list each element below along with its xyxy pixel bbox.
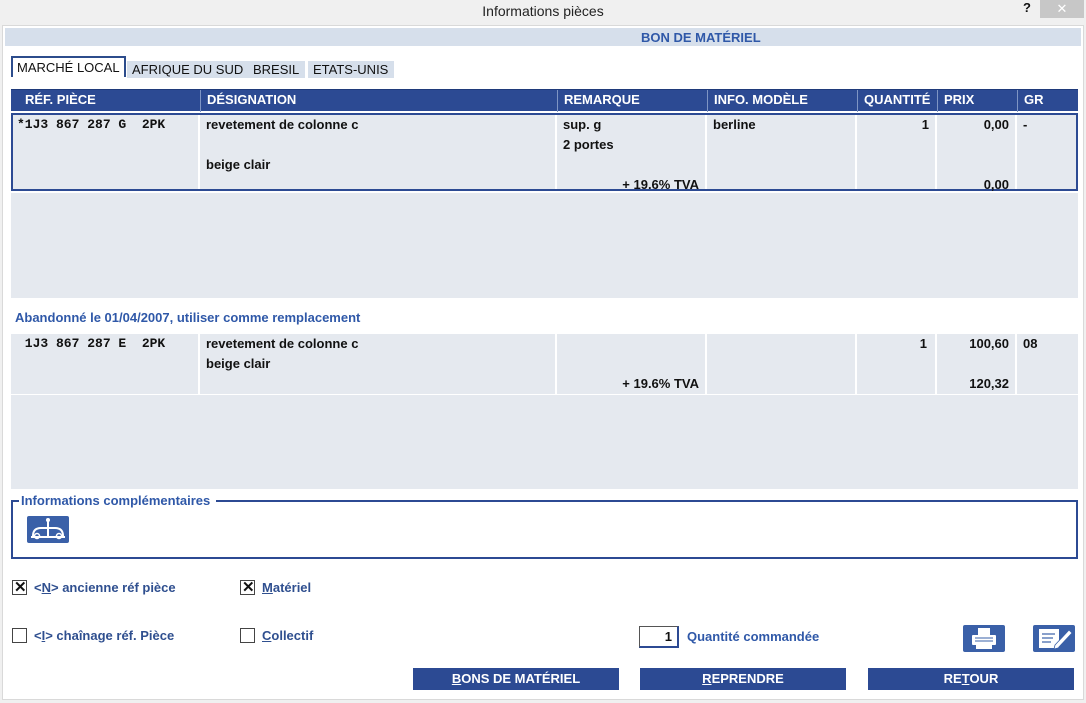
part-group: -	[1023, 117, 1028, 132]
old-ref-check-mark: ✕	[14, 579, 27, 596]
printer-icon	[972, 628, 996, 649]
part-quantity: 1	[921, 117, 929, 132]
replacement-color: beige clair	[206, 356, 271, 371]
table-row-selected[interactable]: *1J3 867 287 G 2PK revetement de colonne…	[11, 113, 1078, 192]
cell-price: 0,00 0,00	[937, 115, 1017, 192]
take-over-button[interactable]: REPRENDRE	[640, 668, 846, 690]
diagram-button[interactable]	[27, 516, 69, 543]
groupbox-edge	[216, 500, 1078, 502]
part-model: berline	[713, 117, 756, 132]
replacement-tax: + 19.6% TVA	[622, 376, 699, 391]
cell-quantity: 1	[857, 334, 937, 394]
window-title: Informations pièces	[482, 3, 604, 19]
collective-label: Collectif	[262, 628, 314, 643]
material-check-mark: ✕	[242, 579, 255, 596]
part-tax: + 19.6% TVA	[622, 177, 699, 192]
material-checkbox-box[interactable]: ✕	[240, 579, 255, 596]
print-button[interactable]	[963, 625, 1005, 652]
replacement-designation: revetement de colonne c	[206, 336, 359, 351]
order-quantity-label: Quantité commandée	[687, 629, 820, 644]
tab-etats-unis[interactable]: ETATS-UNIS	[308, 61, 395, 78]
part-color: beige clair	[206, 157, 271, 172]
part-remark-doors: 2 portes	[563, 137, 614, 152]
chain-ref-checkbox-box[interactable]	[12, 628, 27, 643]
help-button[interactable]: ?	[1020, 0, 1034, 15]
chain-ref-label: <I> chaînage réf. Pièce	[34, 628, 175, 643]
column-quantite: QUANTITÉ	[857, 90, 937, 112]
part-ref: *1J3 867 287 G 2PK	[17, 117, 166, 132]
table-header: RÉF. PIÈCE DÉSIGNATION REMARQUE INFO. MO…	[11, 89, 1078, 112]
replacement-group: 08	[1023, 336, 1038, 351]
banner-title: BON DE MATÉRIEL	[641, 30, 761, 45]
part-price: 0,00	[983, 117, 1009, 132]
column-prix: PRIX	[937, 90, 1017, 112]
table-row-replacement[interactable]: 1J3 867 287 E 2PK revetement de colonne …	[11, 334, 1078, 394]
old-ref-label: <N> ancienne réf pièce	[34, 580, 176, 595]
order-quantity-input[interactable]: 1	[639, 626, 679, 648]
diagram-icon	[31, 518, 65, 540]
tab-bresil[interactable]: BRESIL	[248, 61, 306, 78]
column-remarque: REMARQUE	[557, 90, 707, 112]
cell-ref: *1J3 867 287 G 2PK	[13, 115, 200, 189]
replacement-price-tax: 120,32	[969, 376, 1009, 391]
replacement-ref: 1J3 867 287 E 2PK	[17, 336, 166, 351]
replacement-quantity: 1	[919, 336, 927, 351]
tab-marche-local[interactable]: MARCHÉ LOCAL	[11, 56, 126, 77]
material-vouchers-button[interactable]: BONS DE MATÉRIEL	[413, 668, 619, 690]
replacement-empty-area	[11, 395, 1078, 489]
close-button[interactable]: ✕	[1040, 0, 1084, 18]
part-remark: sup. g	[563, 117, 602, 132]
old-ref-checkbox-box[interactable]: ✕	[12, 579, 27, 596]
parts-list-empty-area	[11, 193, 1078, 298]
return-button[interactable]: RETOUR	[868, 668, 1074, 690]
info-groupbox	[11, 500, 1078, 559]
title-bar: Informations pièces ? ✕	[0, 0, 1086, 24]
cell-group: 08	[1017, 334, 1078, 394]
dialog-body: BON DE MATÉRIEL MARCHÉ LOCAL AFRIQUE DU …	[2, 25, 1084, 700]
column-info-modele: INFO. MODÈLE	[707, 90, 857, 112]
column-designation: DÉSIGNATION	[200, 90, 557, 112]
edit-document-icon	[1039, 629, 1073, 650]
cell-quantity: 1	[857, 115, 937, 189]
cell-remark: sup. g 2 portes + 19.6% TVA	[557, 115, 707, 192]
column-ref-piece: RÉF. PIÈCE	[25, 92, 96, 107]
cell-price: 100,60 120,32	[937, 334, 1017, 394]
cell-ref: 1J3 867 287 E 2PK	[11, 334, 200, 394]
cell-model	[707, 334, 857, 394]
part-price-tax: 0,00	[983, 177, 1009, 192]
part-designation: revetement de colonne c	[206, 117, 359, 132]
column-gr: GR	[1017, 90, 1078, 112]
cell-remark: + 19.6% TVA	[557, 334, 707, 394]
banner: BON DE MATÉRIEL	[5, 28, 1081, 46]
tab-afrique-du-sud[interactable]: AFRIQUE DU SUD	[127, 61, 250, 78]
replacement-price: 100,60	[969, 336, 1009, 351]
cell-model: berline	[707, 115, 857, 189]
cell-designation: revetement de colonne c beige clair	[200, 334, 557, 394]
info-title: Informations complémentaires	[19, 493, 213, 508]
cell-group: -	[1017, 115, 1076, 189]
collective-checkbox-box[interactable]	[240, 628, 255, 643]
abandon-note: Abandonné le 01/04/2007, utiliser comme …	[15, 310, 361, 325]
material-label: Matériel	[262, 580, 312, 595]
edit-notes-button[interactable]	[1033, 625, 1075, 652]
cell-designation: revetement de colonne c beige clair	[200, 115, 557, 189]
